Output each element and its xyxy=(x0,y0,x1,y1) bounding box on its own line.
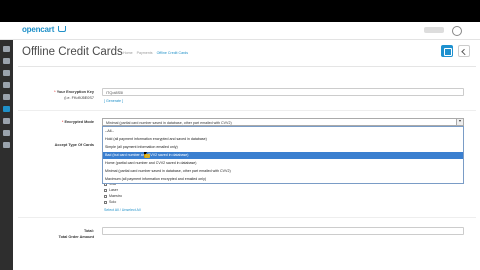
row-divider xyxy=(18,110,476,111)
generate-link[interactable]: [ Generate ] xyxy=(104,99,123,103)
logout-icon[interactable] xyxy=(452,26,462,36)
marketing-icon[interactable] xyxy=(3,118,10,124)
sidebar xyxy=(0,40,13,270)
system-icon[interactable] xyxy=(3,130,10,136)
catalog-icon[interactable] xyxy=(3,58,10,64)
total-input[interactable] xyxy=(102,227,464,235)
encryption-key-input[interactable]: ITQot8S5l xyxy=(102,88,464,96)
extensions-icon[interactable] xyxy=(3,70,10,76)
encrypted-mode-label: * Encrypted Mode xyxy=(61,120,94,124)
card-solo-option[interactable]: Solo xyxy=(104,200,116,204)
total-hint: Total Order Amount xyxy=(58,235,94,239)
design-icon[interactable] xyxy=(3,82,10,88)
select-all-link[interactable]: Select All / Unselect All xyxy=(104,208,141,212)
dropdown-option[interactable]: Maximum (all payment information encrypt… xyxy=(103,176,463,183)
card-maestro-option[interactable]: Maestro xyxy=(104,194,122,198)
breadcrumb-home[interactable]: Home xyxy=(123,51,133,55)
dropdown-option[interactable]: Hold (all payment information encrypted … xyxy=(103,136,463,143)
dropdown-option[interactable]: Simple (all payment information emailed … xyxy=(103,144,463,151)
save-button[interactable] xyxy=(441,45,453,57)
row-divider xyxy=(18,217,476,218)
total-label: Total: xyxy=(83,229,94,233)
card-laser-option[interactable]: Laser xyxy=(104,188,118,192)
video-frame: opencart Offline Credit Cards Home Payme… xyxy=(0,0,480,270)
sales-icon[interactable] xyxy=(3,94,10,100)
breadcrumb-payments[interactable]: Payments xyxy=(137,51,153,55)
encrypted-mode-value: Minimal (partial card number saved in da… xyxy=(106,120,232,125)
checkbox[interactable] xyxy=(104,194,107,198)
dropdown-option[interactable]: Home (partial card number and CVV2 saved… xyxy=(103,160,463,167)
dropdown-option[interactable]: --All-- xyxy=(103,128,463,135)
reports-icon[interactable] xyxy=(3,142,10,148)
breadcrumb: Home Payments Offline Credit Cards xyxy=(123,51,191,55)
encryption-key-value: ITQot8S5l xyxy=(106,90,124,95)
page-title: Offline Credit Cards xyxy=(22,46,123,58)
encrypted-mode-dropdown: --All-- Hold (all payment information en… xyxy=(102,126,464,184)
mouse-cursor-icon xyxy=(144,152,150,160)
top-bar: opencart xyxy=(0,22,480,40)
customers-icon[interactable] xyxy=(3,106,10,112)
checkbox[interactable] xyxy=(104,188,107,192)
accept-cards-label: Accept Type Of Cards xyxy=(54,143,94,147)
user-menu[interactable] xyxy=(424,27,444,33)
opencart-logo: opencart xyxy=(22,25,55,34)
breadcrumb-current[interactable]: Offline Credit Cards xyxy=(157,51,189,55)
dropdown-option[interactable]: Minimal (partial card number saved in da… xyxy=(103,168,463,175)
admin-window: opencart Offline Credit Cards Home Payme… xyxy=(0,22,480,270)
dashboard-icon[interactable] xyxy=(3,46,10,52)
dropdown-option-selected[interactable]: Bad (but card number and CVV2 saved in d… xyxy=(103,152,463,159)
divider xyxy=(18,66,476,67)
chevron-down-icon[interactable] xyxy=(456,119,463,125)
checkbox[interactable] xyxy=(104,200,107,204)
back-button[interactable] xyxy=(458,45,470,57)
cart-icon xyxy=(58,26,66,32)
encryption-key-label: * Your Encryption Key xyxy=(54,90,94,94)
encrypted-mode-select[interactable]: Minimal (partial card number saved in da… xyxy=(102,118,464,126)
encryption-key-hint: (i.e. FKd9J5E0S7 xyxy=(64,96,94,100)
